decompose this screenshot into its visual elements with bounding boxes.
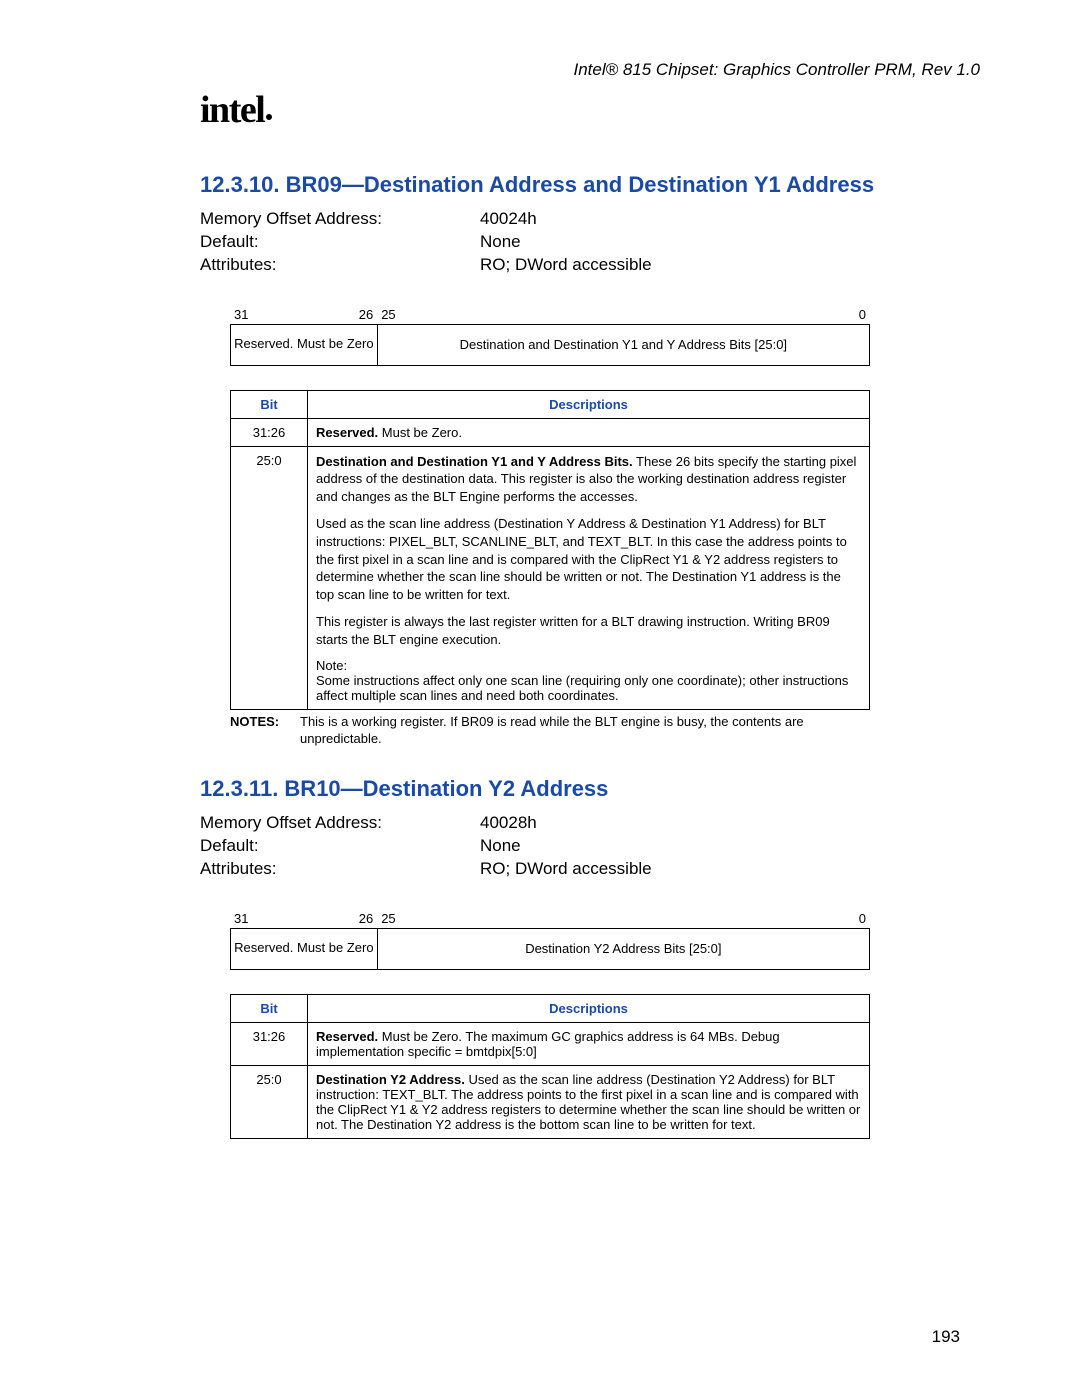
kv-label: Default: bbox=[200, 231, 480, 254]
notes-row: NOTES: This is a working register. If BR… bbox=[230, 714, 870, 748]
kv-block-br09: Memory Offset Address: 40024h Default: N… bbox=[200, 208, 980, 277]
kv-label: Attributes: bbox=[200, 858, 480, 881]
desc-cell: Reserved. Must be Zero. bbox=[308, 418, 870, 446]
bit-num: 26 bbox=[359, 911, 373, 926]
bit-cell: 31:26 bbox=[231, 1022, 308, 1065]
kv-value: 40024h bbox=[480, 208, 537, 231]
bit-table-br10: Bit Descriptions 31:26 Reserved. Must be… bbox=[230, 994, 870, 1139]
bit-num: 31 bbox=[234, 307, 248, 322]
kv-value: None bbox=[480, 835, 521, 858]
table-header-desc: Descriptions bbox=[308, 390, 870, 418]
notes-text: This is a working register. If BR09 is r… bbox=[300, 714, 870, 748]
bit-num: 31 bbox=[234, 911, 248, 926]
desc-text: Must be Zero. The maximum GC graphics ad… bbox=[316, 1029, 780, 1059]
desc-para: This register is always the last registe… bbox=[316, 613, 861, 648]
bit-box-main: Destination and Destination Y1 and Y Add… bbox=[378, 325, 869, 365]
kv-block-br10: Memory Offset Address: 40028h Default: N… bbox=[200, 812, 980, 881]
section-heading-br10: 12.3.11. BR10—Destination Y2 Address bbox=[200, 776, 980, 802]
kv-label: Memory Offset Address: bbox=[200, 812, 480, 835]
desc-cell: Reserved. Must be Zero. The maximum GC g… bbox=[308, 1022, 870, 1065]
bit-diagram-br10: 31 26 25 0 Reserved. Must be Zero Destinat… bbox=[230, 911, 870, 970]
table-row: 31:26 Reserved. Must be Zero. bbox=[231, 418, 870, 446]
section-heading-br09: 12.3.10. BR09—Destination Address and De… bbox=[200, 172, 980, 198]
bit-table-br09: Bit Descriptions 31:26 Reserved. Must be… bbox=[230, 390, 870, 710]
bit-box-reserved: Reserved. Must be Zero bbox=[231, 929, 378, 969]
bit-box-reserved: Reserved. Must be Zero bbox=[231, 325, 378, 365]
kv-label: Memory Offset Address: bbox=[200, 208, 480, 231]
intel-logo: intel bbox=[200, 88, 980, 132]
desc-cell: Destination and Destination Y1 and Y Add… bbox=[308, 446, 870, 709]
table-header-bit: Bit bbox=[231, 390, 308, 418]
bit-box-main: Destination Y2 Address Bits [25:0] bbox=[378, 929, 869, 969]
bit-num: 25 bbox=[381, 307, 395, 322]
desc-bold: Destination Y2 Address. bbox=[316, 1072, 465, 1087]
table-row: 31:26 Reserved. Must be Zero. The maximu… bbox=[231, 1022, 870, 1065]
bit-num: 25 bbox=[381, 911, 395, 926]
bit-num: 26 bbox=[359, 307, 373, 322]
bit-cell: 31:26 bbox=[231, 418, 308, 446]
logo-text: intel bbox=[200, 89, 264, 131]
table-header-desc: Descriptions bbox=[308, 994, 870, 1022]
kv-value: 40028h bbox=[480, 812, 537, 835]
kv-label: Attributes: bbox=[200, 254, 480, 277]
notes-label: NOTES: bbox=[230, 714, 300, 748]
kv-value: RO; DWord accessible bbox=[480, 254, 652, 277]
table-header-bit: Bit bbox=[231, 994, 308, 1022]
desc-para: Used as the scan line address (Destinati… bbox=[316, 515, 861, 603]
desc-bold: Destination and Destination Y1 and Y Add… bbox=[316, 454, 633, 469]
bit-num: 0 bbox=[859, 307, 866, 322]
bit-cell: 25:0 bbox=[231, 446, 308, 709]
bit-diagram-br09: 31 26 25 0 Reserved. Must be Zero Destinat… bbox=[230, 307, 870, 366]
desc-bold: Reserved. bbox=[316, 425, 378, 440]
desc-cell: Destination Y2 Address. Used as the scan… bbox=[308, 1065, 870, 1138]
desc-note-text: Some instructions affect only one scan l… bbox=[316, 673, 861, 703]
desc-text: Must be Zero. bbox=[378, 425, 462, 440]
logo-dot-icon bbox=[266, 114, 272, 120]
doc-header-title: Intel® 815 Chipset: Graphics Controller … bbox=[120, 60, 980, 80]
kv-value: RO; DWord accessible bbox=[480, 858, 652, 881]
table-row: 25:0 Destination Y2 Address. Used as the… bbox=[231, 1065, 870, 1138]
bit-num: 0 bbox=[859, 911, 866, 926]
table-row: 25:0 Destination and Destination Y1 and … bbox=[231, 446, 870, 709]
kv-value: None bbox=[480, 231, 521, 254]
desc-note-label: Note: bbox=[316, 658, 861, 673]
bit-cell: 25:0 bbox=[231, 1065, 308, 1138]
kv-label: Default: bbox=[200, 835, 480, 858]
page-number: 193 bbox=[932, 1327, 960, 1347]
desc-bold: Reserved. bbox=[316, 1029, 378, 1044]
